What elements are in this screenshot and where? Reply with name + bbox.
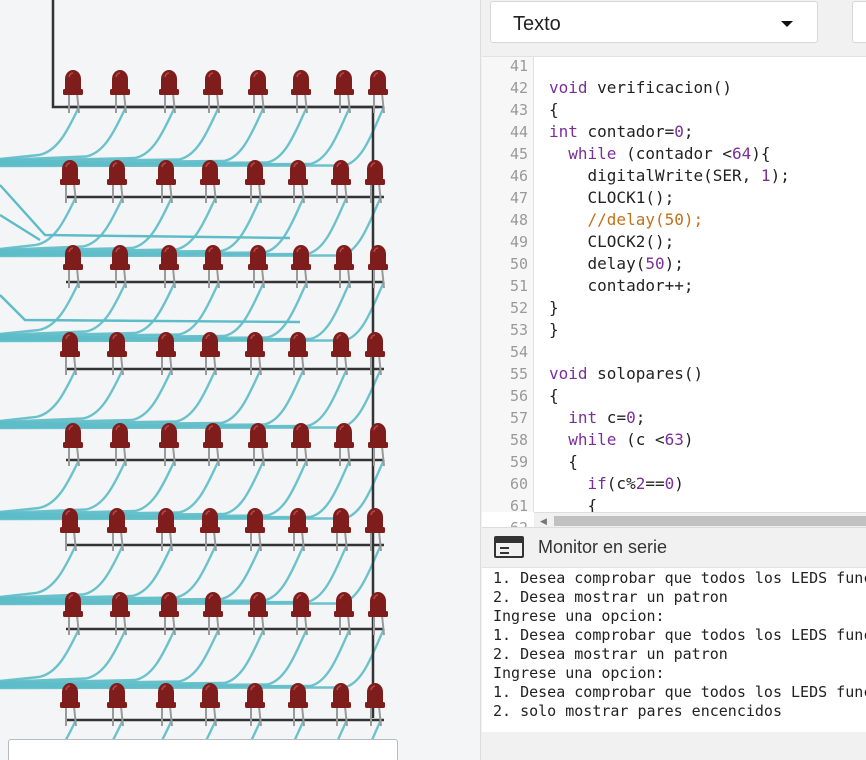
line-number: 57 xyxy=(509,409,528,427)
code-line[interactable]: digitalWrite(SER, 1); xyxy=(549,165,790,187)
wire xyxy=(0,106,221,164)
line-number: 47 xyxy=(509,189,528,207)
code-line[interactable]: delay(50); xyxy=(549,253,684,275)
wire xyxy=(0,281,128,337)
line-number: 46 xyxy=(509,167,528,185)
line-number: 54 xyxy=(509,343,528,361)
code-line[interactable]: } xyxy=(549,297,559,319)
code-line[interactable]: if(c%2==0) xyxy=(549,473,684,495)
wire xyxy=(0,106,352,167)
line-number: 41 xyxy=(509,57,528,75)
monitor-line: 1. Desea comprobar que todos los LEDS fu… xyxy=(493,626,866,644)
wire xyxy=(0,368,306,428)
scroll-left-icon[interactable]: ◀ xyxy=(540,516,547,527)
wire xyxy=(0,544,174,601)
toolbar-extra-button[interactable]: . xyxy=(852,1,866,43)
circuit-canvas[interactable] xyxy=(0,0,480,760)
line-number: 62 xyxy=(482,517,528,527)
wire xyxy=(0,628,128,684)
code-line[interactable]: //delay(50); xyxy=(549,209,704,231)
editor-mode-label: Texto xyxy=(513,13,561,35)
line-number: 42 xyxy=(509,79,528,97)
wire xyxy=(0,459,177,516)
wire xyxy=(0,628,81,683)
line-number-gutter: 41 42 43 44 45 46 47 48 49 50 51 52 53 54 55 56 57 58 59 60… xyxy=(482,57,534,527)
line-number: 53 xyxy=(509,321,528,339)
wire xyxy=(0,184,291,240)
code-line[interactable]: int contador=0; xyxy=(549,121,694,143)
line-number: 49 xyxy=(509,233,528,251)
wire xyxy=(0,281,177,338)
code-panel: Texto . 41 42 43 44 45 46 47 48 49 50 51 52 53 54 55 56… xyxy=(480,0,866,760)
led-matrix-circuit[interactable] xyxy=(0,0,480,760)
line-number: 58 xyxy=(509,431,528,449)
wire xyxy=(0,544,78,599)
code-line[interactable]: int c=0; xyxy=(549,407,645,429)
code-line[interactable]: contador++; xyxy=(549,275,694,297)
caret-down-icon xyxy=(781,21,793,27)
line-number: 45 xyxy=(509,145,528,163)
line-number: 50 xyxy=(509,255,528,273)
monitor-line: 1. Desea comprobar que todos los LEDS fu… xyxy=(493,683,866,701)
line-number: 52 xyxy=(509,299,528,317)
wire xyxy=(0,196,349,257)
serial-monitor-title: Monitor en serie xyxy=(538,537,668,557)
wire xyxy=(0,368,349,429)
line-number: 43 xyxy=(509,101,528,119)
wire xyxy=(0,628,352,689)
code-line[interactable]: void solopares() xyxy=(549,363,703,385)
wire xyxy=(0,106,128,162)
line-number: 48 xyxy=(509,211,528,229)
serial-input-field[interactable] xyxy=(8,739,398,760)
line-number: 51 xyxy=(509,277,528,295)
code-editor[interactable]: 41 42 43 44 45 46 47 48 49 50 51 52 53 54 55 56 57 58 59 60… xyxy=(482,56,866,527)
code-line[interactable]: { xyxy=(549,385,559,407)
wire xyxy=(0,281,352,342)
monitor-line: Ingrese una opcion: xyxy=(493,607,665,625)
wire xyxy=(0,459,81,514)
serial-monitor-header[interactable]: Monitor en serie xyxy=(482,527,866,567)
wire xyxy=(0,628,177,685)
line-number: 56 xyxy=(509,387,528,405)
code-line[interactable]: while (contador <64){ xyxy=(549,143,770,165)
wire xyxy=(0,106,177,163)
monitor-line: 1. Desea comprobar que todos los LEDS fu… xyxy=(493,569,866,587)
wire xyxy=(0,106,81,161)
monitor-line: 2. Desea mostrar un patron xyxy=(493,645,728,663)
line-number: 60 xyxy=(509,475,528,493)
wire xyxy=(0,281,221,339)
code-line[interactable]: while (c <63) xyxy=(549,429,693,451)
wire xyxy=(0,196,174,253)
serial-monitor-icon xyxy=(494,536,524,558)
monitor-line: 2. Desea mostrar un patron xyxy=(493,588,728,606)
wire xyxy=(0,459,128,515)
code-line[interactable]: } xyxy=(549,319,559,341)
code-line[interactable]: { xyxy=(549,99,559,121)
code-toolbar: Texto . xyxy=(481,0,866,56)
code-line[interactable]: CLOCK1(); xyxy=(549,187,675,209)
code-line[interactable]: void verificacion() xyxy=(549,77,732,99)
wire xyxy=(0,213,41,242)
editor-mode-dropdown[interactable]: Texto xyxy=(490,1,818,43)
code-line[interactable]: { xyxy=(549,451,578,473)
scrollbar-thumb[interactable] xyxy=(554,516,866,526)
serial-monitor-output: 1. Desea comprobar que todos los LEDS fu… xyxy=(482,567,866,732)
line-number: 59 xyxy=(509,453,528,471)
wire xyxy=(0,368,78,423)
wire xyxy=(0,459,221,517)
line-number: 55 xyxy=(509,365,528,383)
monitor-line: 2. solo mostrar pares encencidos xyxy=(493,702,782,720)
wire xyxy=(0,368,174,425)
code-line[interactable]: CLOCK2(); xyxy=(549,231,675,253)
line-number: 61 xyxy=(509,497,528,515)
wire xyxy=(0,628,221,686)
monitor-line: Ingrese una opcion: xyxy=(493,664,665,682)
line-number: 44 xyxy=(509,123,528,141)
horizontal-scrollbar[interactable]: ◀ xyxy=(534,512,866,527)
